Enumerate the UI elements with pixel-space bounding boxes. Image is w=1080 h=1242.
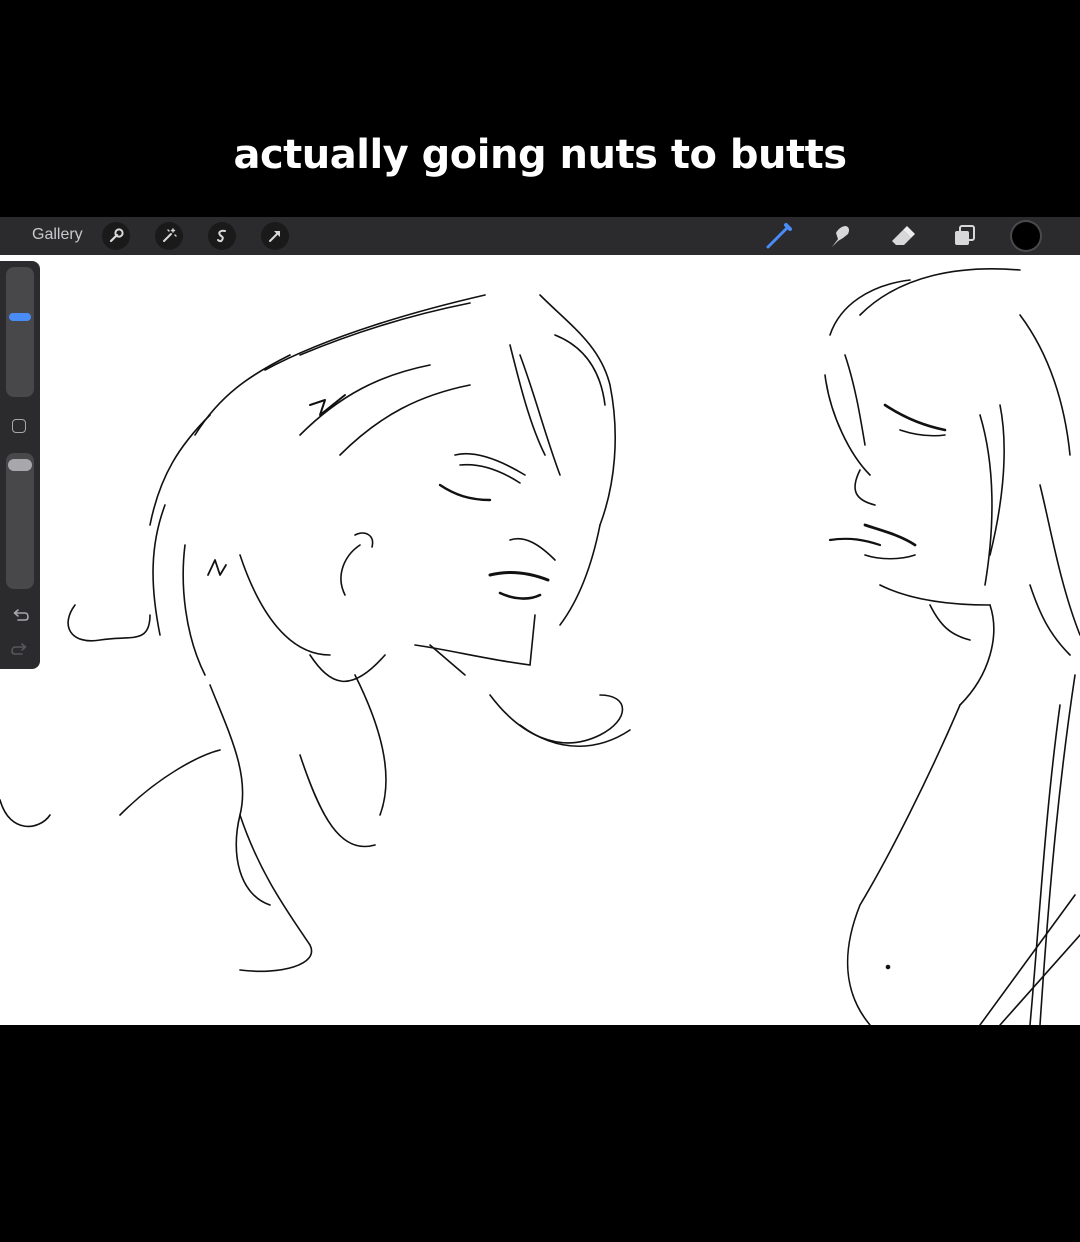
transform-arrow-icon[interactable] xyxy=(261,222,289,250)
modify-button[interactable] xyxy=(12,419,26,433)
brush-size-thumb[interactable] xyxy=(9,313,31,321)
redo-icon[interactable] xyxy=(9,639,31,661)
sketch-artwork xyxy=(0,268,1080,1025)
eraser-icon[interactable] xyxy=(888,221,918,251)
magic-wand-icon[interactable] xyxy=(155,222,183,250)
opacity-slider[interactable] xyxy=(6,453,34,589)
undo-icon[interactable] xyxy=(9,605,31,627)
gallery-button[interactable]: Gallery xyxy=(32,226,83,244)
wrench-icon[interactable] xyxy=(102,222,130,250)
color-picker-swatch[interactable] xyxy=(1012,222,1040,250)
top-toolbar: Gallery xyxy=(0,217,1080,255)
layers-icon[interactable] xyxy=(950,221,980,251)
left-sidebar xyxy=(0,261,40,669)
drawing-canvas[interactable] xyxy=(0,255,1080,1025)
brush-size-slider[interactable] xyxy=(6,267,34,397)
video-caption: actually going nuts to butts xyxy=(233,132,847,178)
opacity-thumb[interactable] xyxy=(8,459,32,471)
selection-icon[interactable] xyxy=(208,222,236,250)
brush-icon[interactable] xyxy=(764,221,794,251)
smudge-icon[interactable] xyxy=(826,221,856,251)
